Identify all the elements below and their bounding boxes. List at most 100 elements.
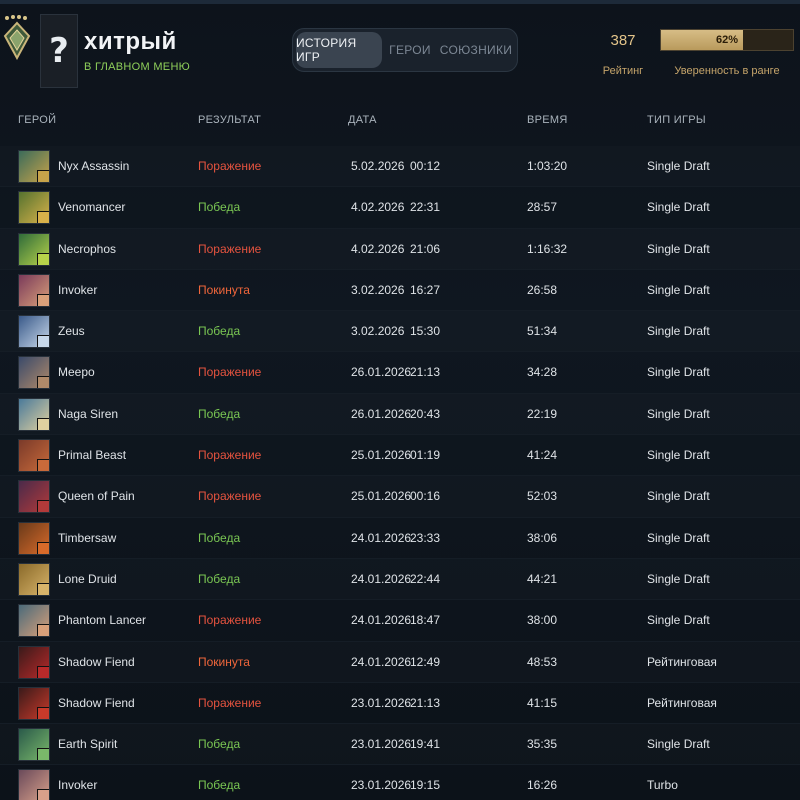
match-row[interactable]: Earth Spirit Победа 23.01.2026 19:41 35:35 Si… — [0, 724, 800, 766]
match-date: 5.02.2026 — [351, 159, 405, 173]
hero-portrait-icon — [18, 686, 50, 720]
facet-icon — [37, 500, 49, 513]
game-type: Single Draft — [647, 613, 710, 628]
game-type: Single Draft — [647, 282, 710, 297]
tab-heroes[interactable]: ГЕРОИ — [382, 32, 438, 68]
match-row[interactable]: Meepo Поражение 26.01.2026 21:13 34:28 Single… — [0, 352, 800, 394]
match-duration: 44:21 — [527, 571, 558, 586]
match-history-page: ? хитрый В ГЛАВНОМ МЕНЮ ИСТОРИЯ ИГР ГЕРО… — [0, 0, 800, 800]
match-duration: 38:00 — [527, 613, 558, 628]
match-duration: 52:03 — [527, 489, 558, 504]
hero-portrait-icon — [18, 521, 50, 555]
match-row[interactable]: Invoker Покинута 3.02.2026 16:27 26:58 Single… — [0, 270, 800, 312]
hero-name: Shadow Fiend — [58, 695, 135, 710]
match-duration: 26:58 — [527, 282, 558, 297]
column-header-game-type[interactable]: ТИП ИГРЫ — [647, 114, 706, 126]
hero-portrait-icon — [18, 397, 50, 431]
match-start-time: 22:31 — [410, 200, 441, 215]
hero-portrait-icon — [18, 150, 50, 183]
match-duration: 35:35 — [527, 737, 558, 752]
match-row[interactable]: Shadow Fiend Покинута 24.01.2026 12:49 48:53… — [0, 642, 800, 683]
match-result: Покинута — [198, 654, 250, 669]
match-date: 24.01.2026 — [351, 613, 412, 628]
match-date: 23.01.2026 — [351, 695, 412, 710]
match-result: Победа — [198, 530, 241, 545]
facet-icon — [37, 459, 49, 472]
match-start-time: 16:27 — [410, 282, 441, 297]
match-result: Поражение — [198, 159, 262, 173]
hero-name: Shadow Fiend — [58, 654, 135, 669]
match-result: Поражение — [198, 241, 262, 256]
hero-portrait-icon — [18, 562, 50, 596]
match-duration: 48:53 — [527, 654, 558, 669]
match-row[interactable]: Primal Beast Поражение 25.01.2026 01:19 41:2… — [0, 435, 800, 477]
rating-value: 387 — [610, 32, 636, 49]
top-stripe — [0, 0, 800, 4]
rank-medal-icon[interactable] — [2, 14, 32, 60]
match-row[interactable]: Lone Druid Победа 24.01.2026 22:44 44:21 Sing… — [0, 559, 800, 601]
match-date: 24.01.2026 — [351, 571, 412, 586]
facet-icon — [37, 252, 49, 265]
match-start-time: 21:06 — [410, 241, 441, 256]
hero-portrait-icon — [18, 315, 50, 349]
match-start-time: 19:41 — [410, 737, 441, 752]
column-header-date[interactable]: ДАТА — [348, 114, 377, 126]
match-start-time: 23:33 — [410, 530, 441, 545]
match-row[interactable]: Queen of Pain Поражение 25.01.2026 00:16 52:… — [0, 476, 800, 518]
match-result: Поражение — [198, 448, 262, 463]
tab-allies[interactable]: СОЮЗНИКИ — [438, 32, 514, 68]
player-status: В ГЛАВНОМ МЕНЮ — [84, 61, 191, 73]
match-row[interactable]: Timbersaw Победа 24.01.2026 23:33 38:06 Singl… — [0, 518, 800, 559]
hero-name: Invoker — [58, 778, 98, 793]
tab-match-history[interactable]: ИСТОРИЯ ИГР — [296, 32, 382, 68]
facet-icon — [37, 293, 49, 306]
hero-portrait-icon — [18, 439, 50, 473]
game-type: Рейтинговая — [647, 654, 717, 669]
match-start-time: 12:49 — [410, 654, 441, 669]
match-row[interactable]: Invoker Победа 23.01.2026 19:15 16:26 Turbo — [0, 765, 800, 800]
hero-portrait-icon — [18, 232, 50, 266]
hero-portrait-icon — [18, 604, 50, 638]
hero-name: Timbersaw — [58, 530, 117, 545]
match-row[interactable]: Zeus Победа 3.02.2026 15:30 51:34 Single Draf… — [0, 311, 800, 353]
match-row[interactable]: Shadow Fiend Поражение 23.01.2026 21:13 41:1… — [0, 683, 800, 725]
match-result: Поражение — [198, 613, 262, 628]
match-result: Покинута — [198, 282, 250, 297]
match-result: Поражение — [198, 695, 262, 710]
column-header-duration[interactable]: ВРЕМЯ — [527, 114, 568, 126]
game-type: Single Draft — [647, 406, 710, 421]
match-row[interactable]: Naga Siren Победа 26.01.2026 20:43 22:19 Sing… — [0, 394, 800, 436]
hero-portrait-icon — [18, 191, 50, 225]
match-date: 4.02.2026 — [351, 241, 405, 256]
facet-icon — [37, 582, 49, 595]
match-duration: 41:24 — [527, 448, 558, 463]
facet-icon — [37, 211, 49, 224]
column-header-hero[interactable]: ГЕРОЙ — [18, 114, 56, 126]
game-type: Single Draft — [647, 530, 710, 545]
match-duration: 38:06 — [527, 530, 558, 545]
match-start-time: 00:16 — [410, 489, 441, 504]
facet-icon — [37, 541, 49, 554]
player-avatar[interactable]: ? — [40, 14, 78, 88]
match-row[interactable]: Phantom Lancer Поражение 24.01.2026 18:47 38… — [0, 600, 800, 642]
facet-icon — [37, 789, 49, 800]
facet-icon — [37, 170, 49, 182]
match-start-time: 19:15 — [410, 778, 441, 793]
hero-name: Primal Beast — [58, 448, 127, 463]
game-type: Single Draft — [647, 571, 710, 586]
match-row[interactable]: Venomancer Победа 4.02.2026 22:31 28:57 Singl… — [0, 187, 800, 229]
game-type: Single Draft — [647, 324, 710, 339]
facet-icon — [37, 624, 49, 637]
rank-confidence-label: Уверенность в ранге — [674, 65, 780, 77]
match-row[interactable]: Necrophos Поражение 4.02.2026 21:06 1:16:32 S… — [0, 229, 800, 270]
hero-name: Phantom Lancer — [58, 613, 147, 628]
column-header-result[interactable]: РЕЗУЛЬТАТ — [198, 114, 261, 126]
profile-tabs: ИСТОРИЯ ИГР ГЕРОИ СОЮЗНИКИ — [292, 28, 518, 72]
match-duration: 51:34 — [527, 324, 558, 339]
match-duration: 22:19 — [527, 406, 558, 421]
match-row[interactable]: Nyx Assassin Поражение 5.02.2026 00:12 1:03:… — [0, 146, 800, 188]
player-name: хитрый — [84, 28, 177, 55]
rank-confidence-bar: 62% — [660, 29, 794, 51]
facet-icon — [37, 417, 49, 430]
match-date: 24.01.2026 — [351, 654, 412, 669]
